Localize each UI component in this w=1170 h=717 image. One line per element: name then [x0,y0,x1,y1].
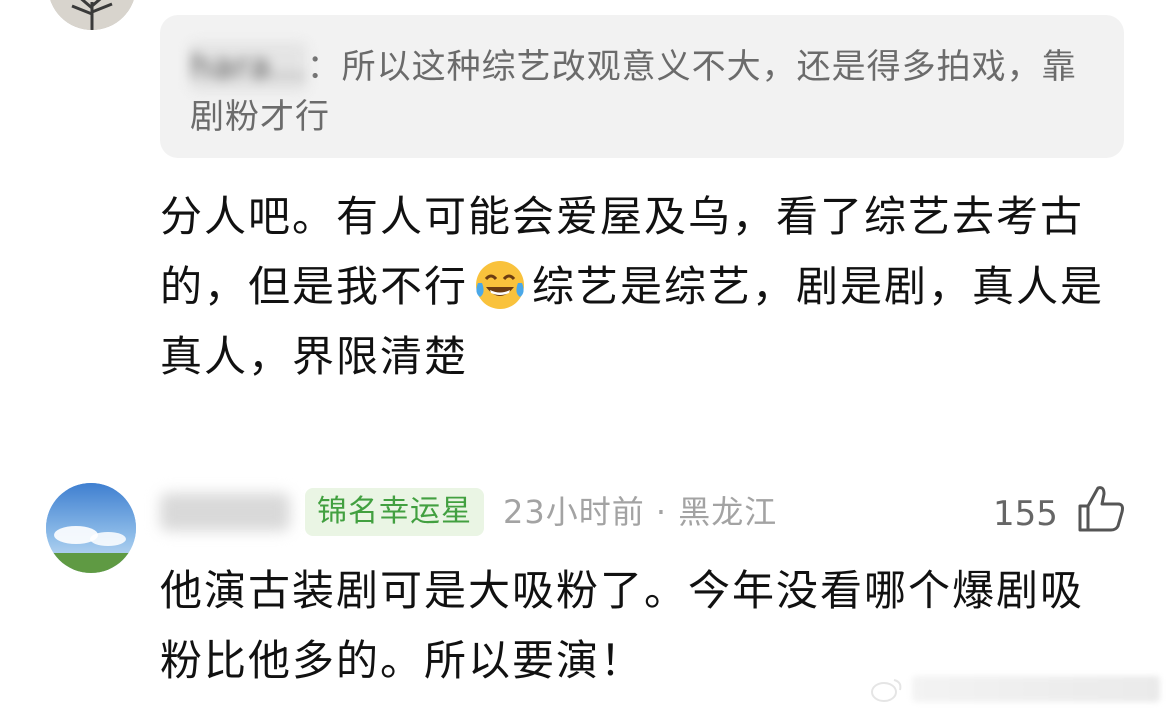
commenter-name-blurred[interactable] [160,493,290,531]
comment-location: 黑龙江 [678,493,778,531]
comment-meta: 23小时前 · 黑龙江 [503,490,777,534]
lucky-star-badge[interactable]: 锦名幸运星 [305,488,484,536]
thumbs-up-icon[interactable] [1074,482,1128,536]
watermark [870,672,1160,706]
comment-time: 23小时前 [503,493,645,531]
quoted-separator: ： [306,47,342,87]
weibo-logo-icon [871,679,902,702]
commenter-avatar-top[interactable] [48,0,136,30]
like-count: 155 [993,494,1058,534]
reply-comment-text: 分人吧。有人可能会爱屋及乌，看了综艺去考古的，但是我不行 综艺是综艺，剧是剧，真… [160,182,1120,392]
sky-avatar-image [46,483,136,573]
tree-avatar-image [48,0,136,30]
commenter-avatar[interactable] [46,483,136,573]
watermark-text-blurred [912,676,1160,702]
laughing-crying-emoji-icon [476,261,525,309]
meta-dot: · [655,493,668,531]
quoted-author-name[interactable]: hara... [190,42,307,92]
quoted-comment: hara...：所以这种综艺改观意义不大，还是得多拍戏，靠剧粉才行 [190,42,1090,142]
